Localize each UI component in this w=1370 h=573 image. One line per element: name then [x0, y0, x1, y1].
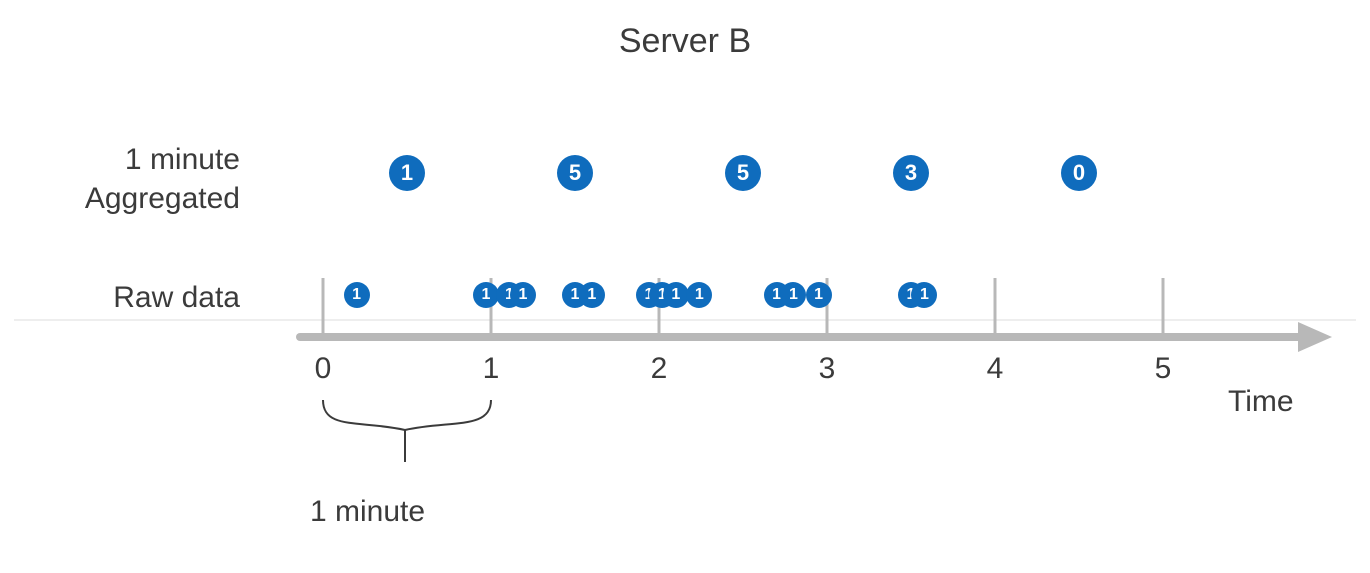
- raw-point: 1: [911, 282, 937, 308]
- interval-label: 1 minute: [310, 495, 425, 529]
- aggregated-point: 5: [557, 155, 593, 191]
- aggregated-point: 5: [725, 155, 761, 191]
- chart-title: Server B: [0, 22, 1370, 61]
- axis-label-time: Time: [1228, 385, 1294, 419]
- row-divider: [14, 319, 1356, 321]
- tick-label-1: 1: [483, 352, 500, 386]
- raw-point: 1: [473, 282, 499, 308]
- tick-label-0: 0: [315, 352, 332, 386]
- tick-label-3: 3: [819, 352, 836, 386]
- aggregated-point: 0: [1061, 155, 1097, 191]
- aggregated-point: 3: [893, 155, 929, 191]
- raw-point: 1: [780, 282, 806, 308]
- row-label-aggregated: 1 minuteAggregated: [0, 140, 240, 218]
- raw-point: 1: [686, 282, 712, 308]
- raw-point: 1: [663, 282, 689, 308]
- aggregated-point: 1: [389, 155, 425, 191]
- tick-label-5: 5: [1155, 352, 1172, 386]
- tick-label-4: 4: [987, 352, 1004, 386]
- raw-point: 1: [579, 282, 605, 308]
- raw-point: 1: [510, 282, 536, 308]
- tick-label-2: 2: [651, 352, 668, 386]
- axis-arrowhead: [1298, 322, 1332, 352]
- raw-point: 1: [806, 282, 832, 308]
- interval-bracket: [323, 400, 491, 462]
- row-label-raw: Raw data: [0, 278, 240, 317]
- raw-point: 1: [344, 282, 370, 308]
